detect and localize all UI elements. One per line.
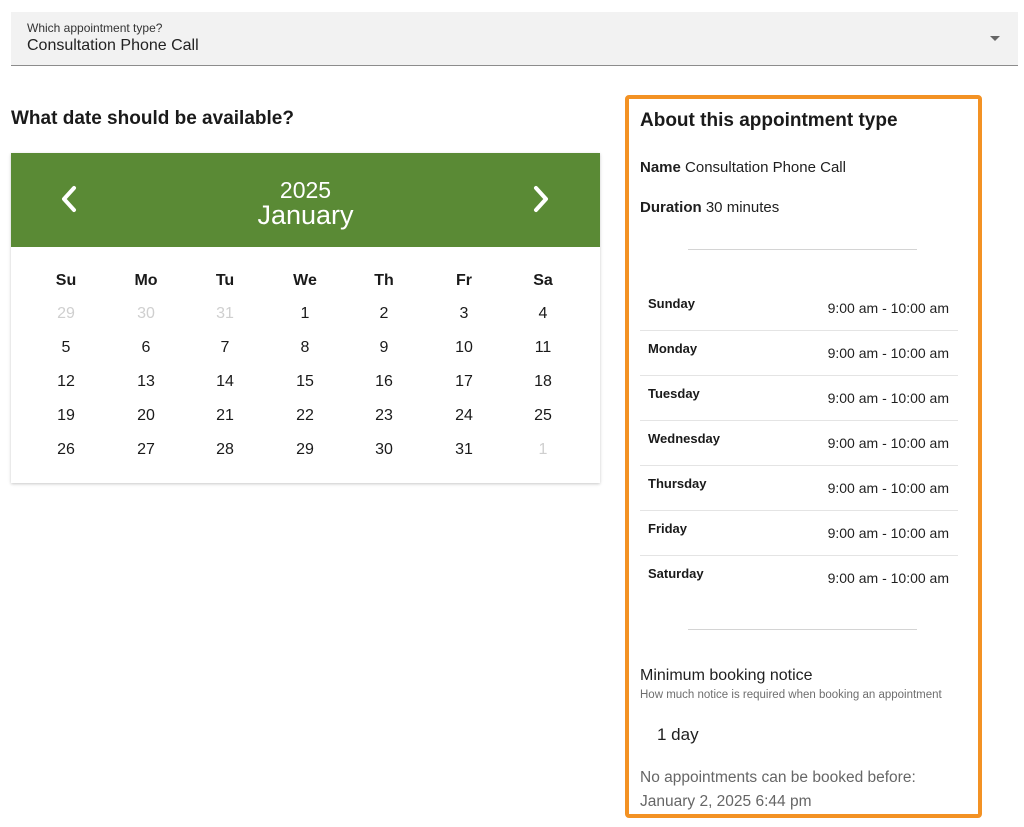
hours-table: Sunday 9:00 am - 10:00 am Monday 9:00 am…: [640, 286, 958, 601]
hours-time: 9:00 am - 10:00 am: [827, 300, 949, 316]
calendar-day[interactable]: 27: [116, 440, 176, 460]
info-title: About this appointment type: [640, 110, 898, 131]
no-appointments-text: No appointments can be booked before:: [640, 769, 916, 786]
calendar-day[interactable]: 22: [275, 406, 335, 426]
hours-day: Tuesday: [648, 386, 700, 401]
calendar-day[interactable]: 20: [116, 406, 176, 426]
min-notice-title: Minimum booking notice: [640, 667, 813, 684]
calendar-day[interactable]: 8: [275, 338, 335, 358]
calendar-day[interactable]: 29: [275, 440, 335, 460]
info-name-line: Name Consultation Phone Call: [640, 159, 846, 176]
calendar-week-row: 19 20 21 22 23 24 25: [11, 399, 600, 433]
duration-label: Duration: [640, 199, 702, 216]
calendar-day[interactable]: 19: [36, 406, 96, 426]
no-appointments-date: January 2, 2025 6:44 pm: [640, 793, 812, 810]
hours-day: Saturday: [648, 566, 704, 581]
calendar-day: 30: [137, 305, 155, 322]
hours-time: 9:00 am - 10:00 am: [827, 390, 949, 406]
calendar-day[interactable]: 12: [36, 372, 96, 392]
appointment-type-label: Which appointment type?: [27, 21, 163, 35]
date-heading: What date should be available?: [11, 108, 294, 129]
hours-day: Wednesday: [648, 431, 721, 446]
calendar-month: January: [257, 200, 354, 230]
chevron-right-icon: [534, 186, 548, 212]
duration-value: 30 minutes: [705, 199, 780, 216]
calendar-day[interactable]: 30: [354, 440, 414, 460]
calendar-day[interactable]: 2: [354, 304, 414, 324]
calendar-week-row: 29 30 31 1 2 3 4: [11, 297, 600, 331]
calendar-day[interactable]: 3: [434, 304, 494, 324]
info-duration-line: Duration 30 minutes: [640, 199, 779, 216]
weekday-label: Sa: [533, 272, 553, 289]
divider: [688, 249, 917, 250]
hours-time: 9:00 am - 10:00 am: [827, 435, 949, 451]
hours-row: Tuesday 9:00 am - 10:00 am: [640, 376, 958, 421]
calendar-day[interactable]: 31: [434, 440, 494, 460]
hours-time: 9:00 am - 10:00 am: [827, 570, 949, 586]
hours-day: Monday: [648, 341, 698, 356]
calendar-day[interactable]: 4: [513, 304, 573, 324]
name-value: Consultation Phone Call: [685, 159, 846, 176]
calendar-day[interactable]: 25: [513, 406, 573, 426]
name-label: Name: [640, 159, 681, 176]
weekday-label: Tu: [215, 272, 235, 289]
hours-day: Thursday: [648, 476, 707, 491]
hours-row: Friday 9:00 am - 10:00 am: [640, 511, 958, 556]
weekday-label: Fr: [456, 272, 472, 289]
calendar-day: 1: [538, 441, 548, 458]
calendar-week-row: 12 13 14 15 16 17 18: [11, 365, 600, 399]
dropdown-arrow-icon[interactable]: [990, 36, 1000, 41]
appointment-type-select[interactable]: Which appointment type? Consultation Pho…: [11, 12, 1018, 66]
calendar-day[interactable]: 23: [354, 406, 414, 426]
next-month-button[interactable]: [523, 181, 559, 217]
calendar-day[interactable]: 18: [513, 372, 573, 392]
hours-day: Sunday: [648, 296, 695, 311]
calendar-day[interactable]: 16: [354, 372, 414, 392]
appointment-info-panel: About this appointment type Name Consult…: [625, 95, 982, 818]
calendar-day[interactable]: 11: [513, 338, 573, 358]
calendar-day[interactable]: 15: [275, 372, 335, 392]
calendar: 2025 January Su Mo Tu We Th Fr Sa 29 30 31 1 2 3 4 5 6 7…: [11, 153, 600, 483]
min-notice-subtitle: How much notice is required when booking…: [640, 689, 942, 701]
weekday-label: Mo: [134, 272, 158, 289]
calendar-header: 2025 January: [11, 153, 600, 247]
calendar-day[interactable]: 13: [116, 372, 176, 392]
calendar-day[interactable]: 7: [195, 338, 255, 358]
hours-time: 9:00 am - 10:00 am: [827, 345, 949, 361]
calendar-day[interactable]: 14: [195, 372, 255, 392]
hours-row: Wednesday 9:00 am - 10:00 am: [640, 421, 958, 466]
hours-row: Saturday 9:00 am - 10:00 am: [640, 556, 958, 601]
calendar-day[interactable]: 1: [275, 304, 335, 324]
calendar-day: 31: [216, 305, 234, 322]
hours-time: 9:00 am - 10:00 am: [827, 480, 949, 496]
calendar-day[interactable]: 17: [434, 372, 494, 392]
calendar-day[interactable]: 26: [36, 440, 96, 460]
calendar-day[interactable]: 24: [434, 406, 494, 426]
weekday-header-row: Su Mo Tu We Th Fr Sa: [11, 264, 600, 298]
hours-row: Sunday 9:00 am - 10:00 am: [640, 286, 958, 331]
hours-row: Thursday 9:00 am - 10:00 am: [640, 466, 958, 511]
calendar-day[interactable]: 10: [434, 338, 494, 358]
calendar-day[interactable]: 6: [116, 338, 176, 358]
calendar-day[interactable]: 28: [195, 440, 255, 460]
weekday-label: Su: [55, 272, 77, 289]
calendar-day[interactable]: 5: [36, 338, 96, 358]
min-notice-value: 1 day: [657, 725, 699, 744]
weekday-label: We: [293, 272, 317, 289]
hours-day: Friday: [648, 521, 688, 536]
appointment-type-value[interactable]: Consultation Phone Call: [27, 37, 199, 55]
calendar-day[interactable]: 21: [195, 406, 255, 426]
hours-row: Monday 9:00 am - 10:00 am: [640, 331, 958, 376]
no-appointments-note: No appointments can be booked before: Ja…: [640, 766, 970, 814]
calendar-day[interactable]: 9: [354, 338, 414, 358]
calendar-day: 29: [57, 305, 75, 322]
calendar-week-row: 26 27 28 29 30 31 1: [11, 433, 600, 467]
hours-time: 9:00 am - 10:00 am: [827, 525, 949, 541]
divider: [688, 629, 917, 630]
calendar-week-row: 5 6 7 8 9 10 11: [11, 331, 600, 365]
weekday-label: Th: [374, 272, 394, 289]
